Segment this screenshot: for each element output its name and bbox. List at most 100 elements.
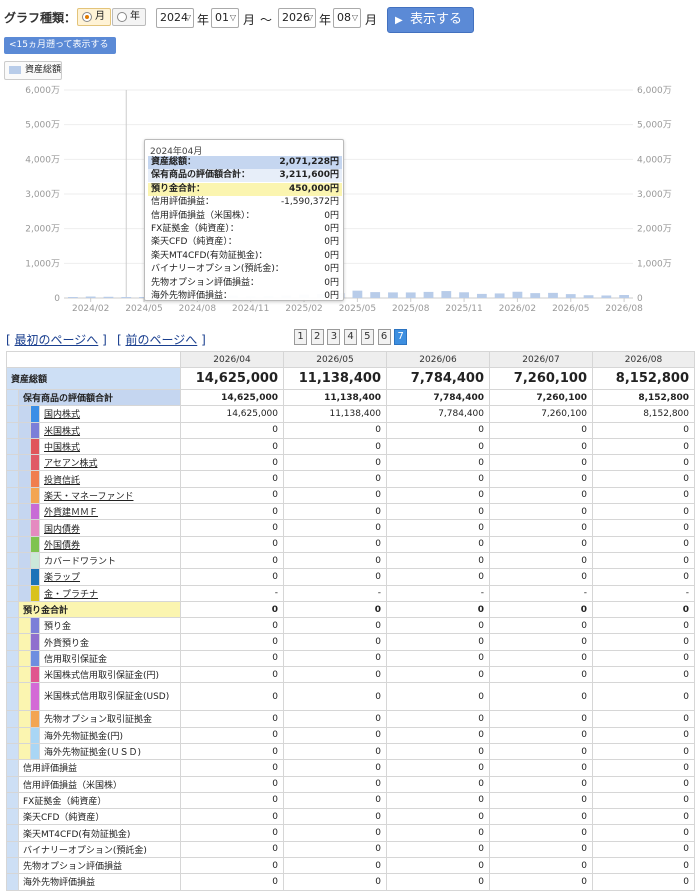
value-cell: 0 — [283, 421, 387, 439]
chart-bar[interactable] — [388, 292, 398, 298]
category-color-swatch — [30, 454, 40, 472]
page-3-button[interactable]: 3 — [327, 329, 341, 345]
row-label[interactable]: アセアン株式 — [39, 454, 181, 472]
value-cell: 0 — [283, 840, 387, 859]
category-link[interactable]: 金・プラチナ — [44, 590, 98, 600]
row-label[interactable]: 外国債券 — [39, 535, 181, 553]
row-label[interactable]: 国内株式 — [39, 405, 181, 423]
row-label[interactable]: 投資信託 — [39, 470, 181, 488]
row-label[interactable]: 米国株式 — [39, 421, 181, 439]
page-4-button[interactable]: 4 — [344, 329, 358, 345]
row-label[interactable]: 楽ラップ — [39, 568, 181, 586]
value-cell: 0 — [592, 551, 695, 570]
to-year-select[interactable]: 2026 ▽ — [278, 8, 316, 28]
row-label: 先物オプション取引証拠金 — [39, 710, 181, 728]
chart-bar[interactable] — [530, 293, 541, 298]
category-link[interactable]: アセアン株式 — [44, 459, 97, 469]
row-label: 米国株式信用取引保証金(円) — [39, 666, 181, 684]
page-6-button[interactable]: 6 — [377, 329, 391, 345]
table-row: 先物オプション評価損益 0 0 0 0 0 — [6, 857, 695, 875]
value-cell: 11,138,400 — [283, 388, 387, 407]
category-color-swatch — [30, 649, 40, 668]
chart-bar[interactable] — [583, 295, 594, 298]
radio-year[interactable]: 年 — [112, 8, 146, 26]
to-month-select[interactable]: 08 ▽ — [333, 8, 361, 28]
chart-bar[interactable] — [619, 295, 629, 298]
indent-cell — [18, 437, 31, 456]
chart-bar[interactable] — [565, 294, 576, 298]
table-row: 米国株式信用取引保証金(円) 0 0 0 0 0 — [6, 666, 695, 684]
chart-bar[interactable] — [459, 292, 469, 298]
value-cell: 0 — [180, 857, 284, 875]
radio-month[interactable]: 月 — [77, 8, 111, 26]
chart-bar[interactable] — [103, 296, 114, 298]
chevron-down-icon: ▽ — [184, 13, 191, 22]
chart-bar[interactable] — [441, 291, 452, 298]
chart-bar[interactable] — [601, 295, 612, 298]
value-cell: 0 — [592, 726, 695, 744]
page-5-button[interactable]: 5 — [360, 329, 374, 345]
chart-bar[interactable] — [494, 293, 505, 298]
value-cell: 0 — [592, 873, 695, 891]
tooltip-row-value: 3,211,600円 — [279, 170, 339, 181]
category-link[interactable]: 米国株式 — [44, 427, 80, 437]
value-cell: 0 — [592, 682, 695, 712]
indent-cell — [18, 617, 31, 635]
category-link[interactable]: 中国株式 — [44, 443, 80, 453]
category-link[interactable]: 楽天・マネーファンド — [44, 492, 133, 502]
category-link[interactable]: 楽ラップ — [44, 573, 80, 583]
value-cell: 0 — [592, 666, 695, 684]
radio-dot-icon — [82, 12, 92, 22]
chart-bar[interactable] — [68, 297, 78, 298]
chart-bar[interactable] — [85, 296, 96, 298]
indent-cell — [6, 710, 19, 728]
row-label[interactable]: 外貨建ＭＭＦ — [39, 503, 181, 521]
chart-bar[interactable] — [121, 297, 132, 298]
chart-bar[interactable] — [423, 291, 434, 298]
legend-toggle-total-assets[interactable]: 資産総額 — [4, 61, 62, 80]
indent-cell — [6, 486, 19, 505]
tooltip-row-value: 2,071,228円 — [279, 157, 339, 167]
value-cell: 0 — [283, 775, 387, 793]
page-2-button[interactable]: 2 — [310, 329, 324, 345]
chart-bar[interactable] — [512, 291, 523, 298]
chart-bar[interactable] — [476, 293, 487, 298]
back-15-months-button[interactable]: <15ヵ月遡って表示する — [4, 37, 116, 54]
category-link[interactable]: 国内株式 — [44, 410, 80, 420]
indent-cell — [6, 873, 19, 891]
row-label[interactable]: 金・プラチナ — [39, 584, 181, 602]
from-year-select[interactable]: 2024 ▽ — [156, 8, 194, 28]
show-button[interactable]: ▶ 表示する — [387, 7, 474, 33]
page-1-button[interactable]: 1 — [294, 329, 307, 345]
category-color-swatch — [30, 666, 40, 684]
table-row: 国内株式 14,625,000 11,138,400 7,784,400 7,260,1… — [6, 405, 695, 423]
category-link[interactable]: 外国債券 — [44, 541, 80, 551]
category-color-swatch — [30, 535, 40, 553]
category-link[interactable]: 国内債券 — [44, 525, 80, 535]
tooltip-row: 先物オプション評価損益： 0円 — [148, 277, 342, 290]
value-cell: 0 — [180, 633, 284, 651]
category-link[interactable]: 外貨建ＭＭＦ — [44, 508, 98, 518]
chart-bar[interactable] — [370, 292, 381, 298]
from-month-select[interactable]: 01 ▽ — [211, 8, 239, 28]
chart-bar[interactable] — [352, 290, 363, 298]
row-label[interactable]: 楽天・マネーファンド — [39, 486, 181, 505]
category-link[interactable]: 投資信託 — [44, 476, 80, 486]
chart-bar[interactable] — [405, 292, 416, 298]
first-page-link[interactable]: [ 最初のページへ ] — [6, 331, 107, 348]
indent-cell — [18, 584, 31, 602]
row-label[interactable]: 中国株式 — [39, 437, 181, 456]
page-7-button[interactable]: 7 — [394, 329, 408, 345]
row-label[interactable]: 国内債券 — [39, 519, 181, 537]
table-row: 楽ラップ 0 0 0 0 0 — [6, 568, 695, 586]
value-cell: 0 — [386, 617, 490, 635]
value-cell: 0 — [489, 808, 593, 826]
row-label-total-assets: 資産総額 — [6, 367, 181, 390]
value-cell: 0 — [489, 617, 593, 635]
category-color-swatch — [30, 742, 40, 761]
row-label: 海外先物証拠金(ＵＳＤ) — [39, 742, 181, 761]
indent-cell — [18, 405, 31, 423]
chart-bar[interactable] — [548, 292, 558, 298]
prev-page-link[interactable]: [ 前のページへ ] — [117, 331, 206, 348]
value-cell: 0 — [592, 633, 695, 651]
